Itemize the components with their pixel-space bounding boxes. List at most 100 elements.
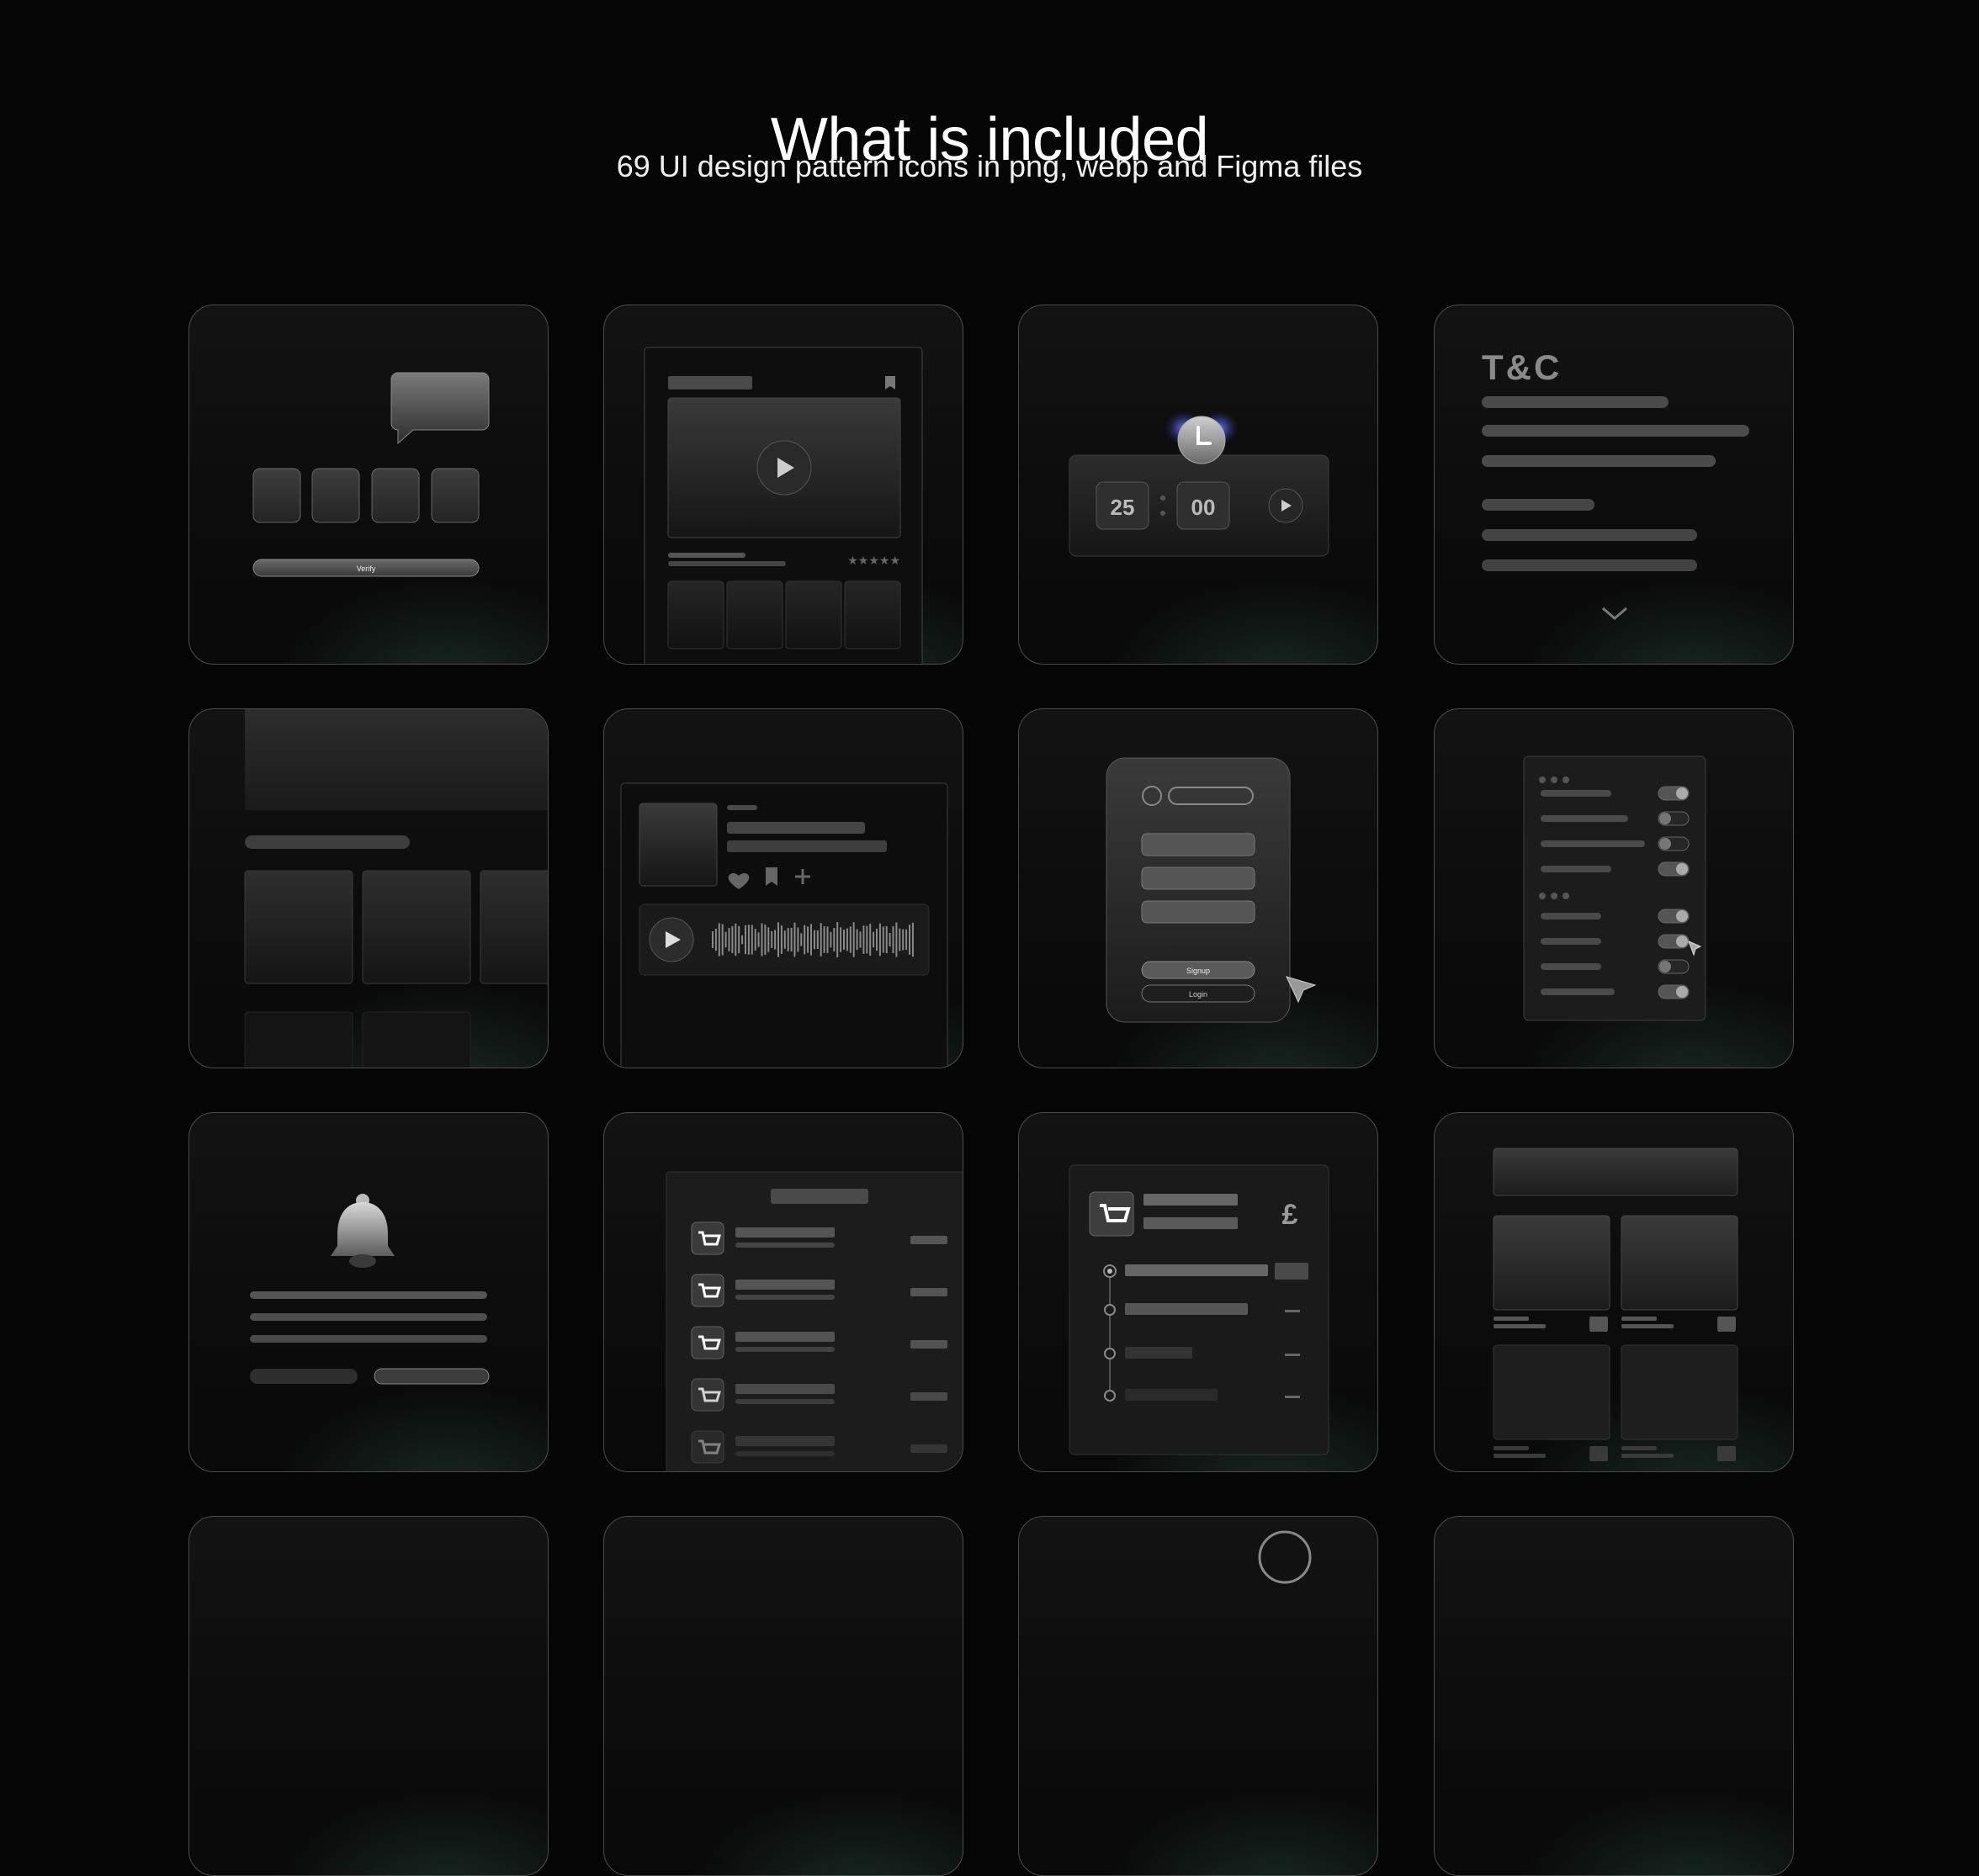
waveform-bar bbox=[895, 922, 898, 957]
waveform-bar bbox=[843, 930, 845, 950]
waveform-bar bbox=[721, 924, 724, 956]
waveform-bar bbox=[754, 929, 756, 951]
card-order-tracking[interactable]: £ bbox=[1018, 1112, 1378, 1472]
waveform-bar bbox=[830, 931, 832, 948]
card-audio-player[interactable] bbox=[603, 708, 963, 1068]
otp-verification-illustration: Verify bbox=[252, 372, 490, 577]
cursor-icon bbox=[1286, 976, 1317, 1004]
toggle-knob bbox=[1676, 787, 1688, 799]
card-row4-2[interactable] bbox=[603, 1516, 963, 1876]
card-row4-4[interactable] bbox=[1434, 1516, 1794, 1876]
waveform-bar bbox=[728, 928, 730, 951]
verify-label: Verify bbox=[357, 564, 376, 573]
waveform-bar bbox=[882, 926, 884, 953]
waveform-bar bbox=[823, 926, 825, 953]
pomodoro-timer-illustration: 25 00 bbox=[1069, 411, 1329, 557]
timeline-node bbox=[1104, 1390, 1116, 1402]
waveform-bar bbox=[797, 927, 799, 952]
waveform-bar bbox=[787, 928, 789, 951]
carousel-illustration bbox=[244, 709, 548, 1068]
card-pomodoro-timer[interactable]: 25 00 bbox=[1018, 305, 1378, 665]
waveform-bar bbox=[852, 922, 855, 957]
setting-label bbox=[1541, 840, 1645, 847]
waveform-bar bbox=[783, 930, 786, 949]
waveform-bar bbox=[804, 925, 806, 955]
timeline-label bbox=[1125, 1389, 1218, 1401]
card-carousel[interactable] bbox=[188, 708, 549, 1068]
setting-label bbox=[1541, 913, 1601, 919]
toggle-knob bbox=[1676, 986, 1688, 998]
waveform-bar bbox=[826, 926, 829, 953]
waveform-bar bbox=[724, 931, 727, 948]
rating-stars: ★★★★★ bbox=[847, 554, 900, 567]
waveform-bar bbox=[810, 924, 812, 956]
card-video-player[interactable]: ★★★★★ bbox=[603, 305, 963, 665]
currency-symbol: £ bbox=[1282, 1199, 1298, 1231]
waveform-bar bbox=[745, 925, 746, 955]
card-row4-3[interactable] bbox=[1018, 1516, 1378, 1876]
waveform-bar bbox=[735, 923, 737, 957]
waveform-bar bbox=[899, 928, 901, 951]
toggle-knob bbox=[1659, 838, 1671, 850]
login-label: Login bbox=[1189, 990, 1207, 999]
timeline-label bbox=[1125, 1347, 1192, 1359]
waveform-bar bbox=[836, 922, 839, 957]
waveform-bar bbox=[800, 933, 803, 946]
card-product-grid[interactable] bbox=[1434, 1112, 1794, 1472]
setting-label bbox=[1541, 988, 1615, 995]
waveform-bar bbox=[793, 922, 796, 957]
waveform-bar bbox=[777, 922, 779, 957]
waveform-bar bbox=[816, 930, 819, 950]
timeline-label bbox=[1125, 1303, 1248, 1315]
waveform-bar bbox=[885, 925, 888, 954]
card-otp-verification[interactable]: Verify bbox=[188, 305, 549, 665]
waveform-bar bbox=[846, 928, 848, 951]
waveform-bar bbox=[738, 925, 740, 954]
video-player-illustration: ★★★★★ bbox=[644, 347, 923, 664]
signup-illustration: Signup Login bbox=[1106, 757, 1317, 1023]
waveform-bar bbox=[869, 924, 872, 956]
waveform-bar bbox=[873, 931, 875, 948]
notification-illustration bbox=[250, 1194, 490, 1385]
waveform-bar bbox=[714, 928, 717, 951]
page-subtitle: 69 UI design pattern icons in png, webp … bbox=[616, 149, 1363, 183]
signup-label: Signup bbox=[1186, 967, 1210, 975]
product-grid-illustration bbox=[1493, 1147, 1738, 1461]
card-signup-form[interactable]: Signup Login bbox=[1018, 708, 1378, 1068]
timeline-node bbox=[1104, 1304, 1116, 1316]
waveform-bar bbox=[780, 925, 783, 954]
audio-player-illustration bbox=[620, 782, 948, 1068]
waveform-bar bbox=[833, 928, 836, 951]
waveform-bar bbox=[761, 923, 763, 957]
waveform-bar bbox=[807, 926, 809, 953]
card-cart-list[interactable] bbox=[603, 1112, 963, 1472]
waveform-bar bbox=[849, 926, 852, 953]
chevron-down-icon bbox=[1602, 607, 1627, 620]
waveform-bar bbox=[774, 930, 777, 950]
card-notification-prompt[interactable] bbox=[188, 1112, 549, 1472]
order-tracking-illustration: £ bbox=[1069, 1164, 1329, 1455]
card-settings-toggles[interactable] bbox=[1434, 708, 1794, 1068]
setting-label bbox=[1541, 866, 1611, 872]
waveform-bar bbox=[866, 925, 868, 954]
cart-list-illustration bbox=[666, 1171, 963, 1471]
bell-icon bbox=[331, 1202, 395, 1256]
waveform-bar bbox=[878, 923, 881, 957]
toggle-knob bbox=[1659, 961, 1671, 972]
waveform-bar bbox=[767, 927, 770, 952]
waveform-bar bbox=[757, 932, 760, 947]
card-terms-and-conditions[interactable]: T&C bbox=[1434, 305, 1794, 665]
waveform-bar bbox=[813, 930, 815, 950]
waveform-bar bbox=[911, 922, 914, 957]
waveform-bar bbox=[892, 926, 894, 953]
waveform-bar bbox=[820, 923, 822, 957]
toggle-knob bbox=[1676, 863, 1688, 875]
waveform-bar bbox=[856, 929, 858, 951]
card-row4-1[interactable] bbox=[188, 1516, 549, 1876]
waveform-bar bbox=[859, 931, 862, 948]
setting-label bbox=[1541, 790, 1611, 797]
waveform-bar bbox=[741, 935, 744, 945]
setting-label bbox=[1541, 938, 1601, 945]
setting-label bbox=[1541, 963, 1601, 970]
setting-label bbox=[1541, 815, 1628, 822]
